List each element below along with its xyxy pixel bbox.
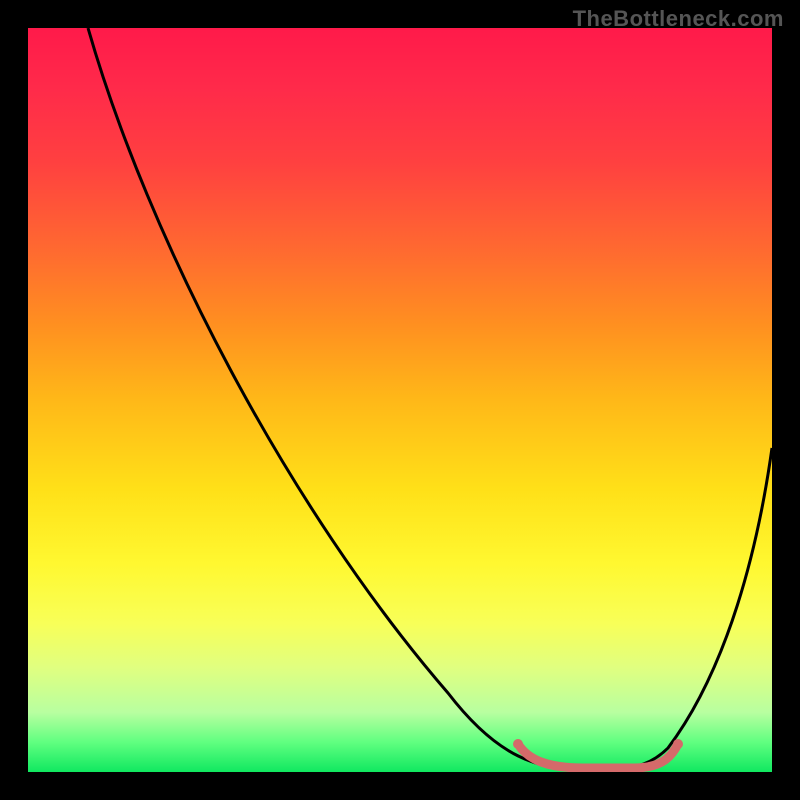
chart-svg (28, 28, 772, 772)
marker-end-left (513, 739, 523, 749)
watermark-text: TheBottleneck.com (573, 6, 784, 32)
optimal-band-marker (518, 744, 678, 768)
marker-end-right (673, 739, 683, 749)
bottleneck-curve-path (88, 28, 772, 770)
chart-plot-area (28, 28, 772, 772)
